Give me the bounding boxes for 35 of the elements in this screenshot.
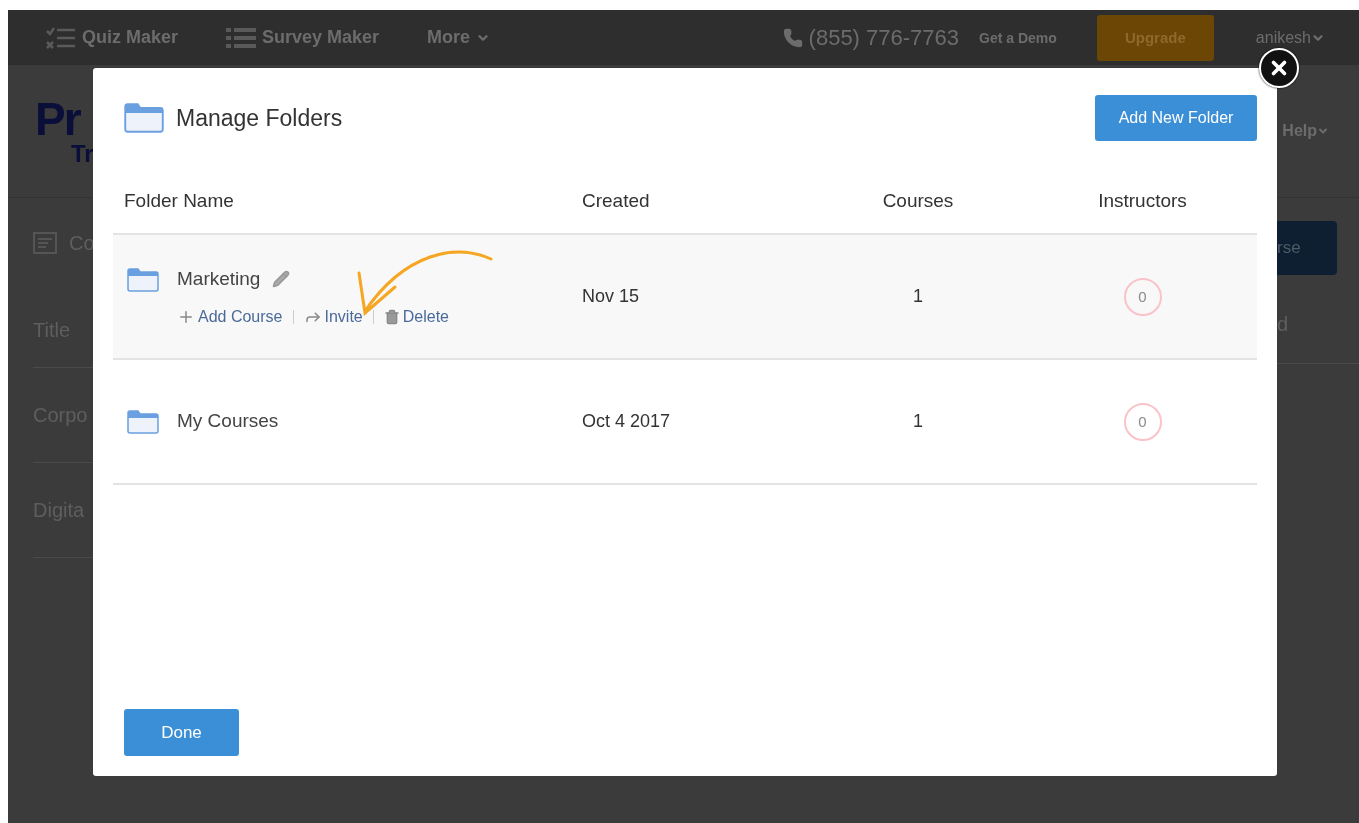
create-button[interactable]: rse (1277, 221, 1337, 275)
course-count: 1 (913, 411, 923, 432)
column-header: Created (581, 189, 650, 212)
folder-icon (127, 267, 159, 292)
instructor-count: 0 (1123, 277, 1162, 316)
instructor-count: 0 (1123, 402, 1162, 441)
nav-link[interactable]: Quiz Maker (46, 26, 179, 49)
folder-name: Marketing (177, 267, 261, 290)
column-header: Courses (882, 189, 954, 212)
demo-link[interactable]: Get a Demo (979, 29, 1057, 46)
trash-icon (383, 308, 400, 325)
column-header: Folder Name (123, 189, 234, 212)
action-link[interactable]: Add Course (177, 307, 283, 326)
created-date: Oct 4 2017 (581, 411, 671, 432)
nav-link[interactable]: More (427, 27, 491, 48)
done-button[interactable]: Done (124, 709, 239, 756)
column-header: Instructors (1098, 189, 1187, 212)
checklist-icon (46, 26, 76, 49)
dialog-title: Manage Folders (176, 104, 343, 132)
user-menu[interactable]: anikesh (1255, 28, 1325, 47)
action-link[interactable]: Delete (383, 307, 449, 326)
action-link[interactable]: Invite (303, 307, 363, 326)
folder-row[interactable]: Marketing Add Course Invite Delete Nov 15 1 0 (113, 235, 1257, 360)
phone-icon (782, 27, 803, 48)
folder-icon (127, 409, 159, 434)
document-icon (33, 232, 57, 254)
add-folder-button[interactable]: Add New Folder (1095, 95, 1257, 141)
pencil-icon[interactable] (272, 269, 291, 288)
phone-number: (855) 776-7763 (808, 24, 960, 51)
folder-name: My Courses (177, 409, 279, 432)
nav-link[interactable]: Survey Maker (226, 26, 380, 49)
folder-icon (124, 103, 164, 133)
list-icon (226, 26, 257, 49)
created-date: Nov 15 (581, 286, 640, 307)
course-count: 1 (913, 286, 923, 307)
